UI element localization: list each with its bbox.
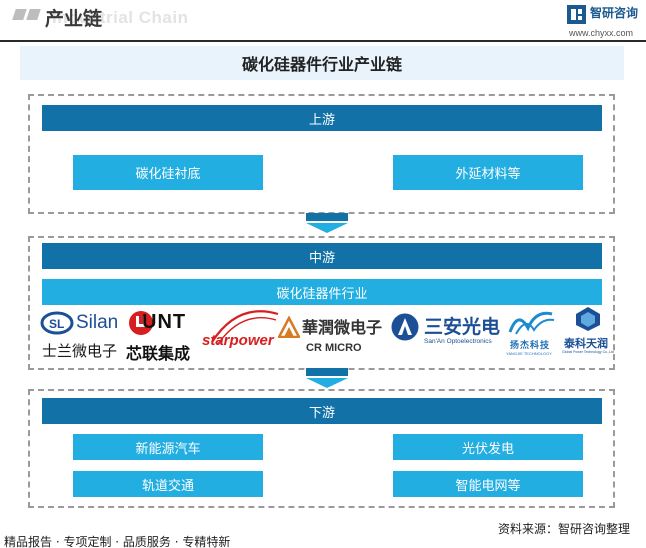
unt-cn: 芯联集成 [126,344,191,363]
taike-cn: 泰科天润 [564,337,608,350]
header-divider [0,40,646,42]
crmicro-en: CR MICRO [306,342,362,354]
silan-en: Silan [76,312,119,333]
upstream-item: 碳化硅衬底 [73,155,263,190]
starpower-text: starpower [202,332,274,349]
svg-text:SL: SL [49,317,64,331]
taike-logo-icon [576,307,600,331]
crmicro-cn: 華潤微电子 [302,318,383,337]
upstream-item: 外延材料等 [393,155,583,190]
downstream-item: 光伏发电 [393,434,583,460]
yangjie-logo-icon [508,311,555,335]
zhiyan-logo-icon [567,5,586,24]
downstream-item: 新能源汽车 [73,434,263,460]
upstream-header: 上游 [42,105,602,131]
downstream-header: 下游 [42,398,602,424]
sanan-cn: 三安光电 [424,316,501,338]
sanan-logo: 三安光电 San'An Optoelectronics [390,310,502,360]
footer-slogan: 精品报告 · 专项定制 · 品质服务 · 专精特新 [4,535,231,548]
silan-logo: SL Silan 士兰微电子 [40,310,128,360]
yangjie-logo: 扬杰科技 YANGJIE TECHNOLOGY [504,308,560,360]
sanan-en: San'An Optoelectronics [424,338,492,345]
company-logos: SL Silan 士兰微电子 UNT 芯联集成 starpower 華潤微电子 … [40,306,614,364]
downstream-item: 轨道交通 [73,471,263,497]
down-arrow-icon [306,213,348,233]
downstream-item: 智能电网等 [393,471,583,497]
crmicro-logo: 華潤微电子 CR MICRO [278,312,390,360]
silan-logo-icon: SL [40,311,74,335]
chain-title: 碳化硅器件行业产业链 [20,46,624,80]
header-mark [12,9,27,20]
crmicro-logo-icon [278,316,300,338]
sanan-logo-icon [391,313,419,341]
midstream-header: 中游 [42,243,602,269]
down-arrow-icon [306,368,348,388]
unt-en: UNT [142,311,187,333]
yangjie-cn: 扬杰科技 [510,341,551,351]
silan-cn: 士兰微电子 [42,342,118,360]
taike-en: Global Power Technology Co.,Ltd [562,350,614,354]
page-title: 产业链 [45,8,103,30]
header-mark [26,9,41,20]
brand-name: 智研咨询 [590,6,639,20]
source-note: 资料来源：智研咨询整理 [498,522,631,536]
yangjie-en: YANGJIE TECHNOLOGY [506,351,552,356]
unt-logo: UNT 芯联集成 [126,310,204,363]
brand-url: www.chyxx.com [569,28,634,38]
taike-logo: 泰科天润 Global Power Technology Co.,Ltd [562,306,614,362]
starpower-logo: starpower [202,306,282,362]
midstream-subheader: 碳化硅器件行业 [42,279,602,305]
